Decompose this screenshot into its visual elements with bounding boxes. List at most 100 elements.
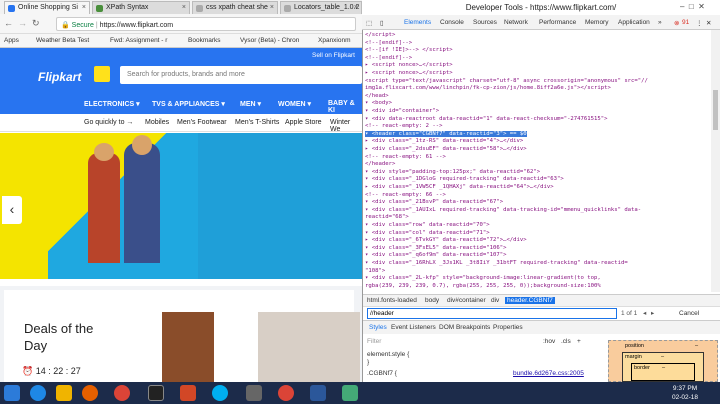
chrome-icon[interactable] <box>278 385 294 401</box>
dom-line[interactable]: ▾ <div data-reactroot data-reactid="1" d… <box>365 116 607 122</box>
dom-line[interactable]: <script type="text/javascript" charset="… <box>365 78 648 84</box>
quick-link-mobiles[interactable]: Mobiles <box>145 119 169 126</box>
close-icon[interactable]: × <box>82 4 86 11</box>
dom-line[interactable]: "108"> <box>365 268 385 274</box>
chrome-icon[interactable] <box>114 385 130 401</box>
firefox-icon[interactable] <box>82 385 98 401</box>
file-explorer-icon[interactable] <box>56 385 72 401</box>
dom-line[interactable]: <!-- react-empty: 66 --> <box>365 192 446 198</box>
deal-product-image[interactable] <box>162 312 214 382</box>
ie-icon[interactable] <box>30 385 46 401</box>
bookmark-weather[interactable]: Weather Beta Test <box>36 37 89 44</box>
app-icon[interactable] <box>342 385 358 401</box>
tab-dom-breakpoints[interactable]: DOM Breakpoints <box>439 324 490 331</box>
bookmark-vysor[interactable]: Vysor (Beta) - Chron <box>240 37 299 44</box>
next-match-icon[interactable]: ▸ <box>651 309 654 317</box>
dom-line[interactable]: ▾ <div class="_16RhLX _3Js1KL _3t8IiY _3… <box>365 260 628 266</box>
dom-line[interactable]: ▸ <div class="_6TvkGY" data-reactid="72"… <box>365 237 527 243</box>
dom-line[interactable]: <!--[endif]--> <box>365 40 412 46</box>
dom-line[interactable]: </head> <box>365 93 389 99</box>
bookmark-fwd[interactable]: Fwd: Assignment - r <box>110 37 167 44</box>
breadcrumb-div[interactable]: div <box>491 297 499 304</box>
sell-link[interactable]: Sell on Flipkart <box>312 52 355 59</box>
breadcrumb-html[interactable]: html.fonts-loaded <box>367 297 417 304</box>
dom-tree-scrollbar[interactable] <box>711 30 720 292</box>
dom-line[interactable]: img1a.flixcart.com/www/linchpin/fk-cp-zi… <box>365 85 611 91</box>
dom-line[interactable]: rgba(239, 239, 239, 0.7), rgba(255, 255,… <box>365 283 601 289</box>
dom-line[interactable]: ▾ <div id="container"> <box>365 108 439 114</box>
dom-line[interactable]: ▾ <div class="row" data-reactid="70"> <box>365 222 490 228</box>
forward-icon[interactable]: → <box>18 18 27 28</box>
tab-event-listeners[interactable]: Event Listeners <box>391 324 436 331</box>
close-icon[interactable]: × <box>270 4 274 11</box>
dom-line[interactable]: ▸ <script nonce>…</script> <box>365 62 453 68</box>
dom-line[interactable]: </script> <box>365 32 395 38</box>
dom-tree[interactable]: </script> <!--[endif]--> <!--[if !IE]>-->… <box>363 30 711 292</box>
close-icon[interactable]: × <box>182 4 186 11</box>
quick-link-mens-footwear[interactable]: Men's Footwear <box>177 119 227 126</box>
xpath-search-input[interactable]: //header <box>367 308 617 319</box>
chevron-left-icon[interactable]: ‹ <box>2 196 22 224</box>
breadcrumb-header[interactable]: header.CGBNf7 <box>505 297 555 304</box>
dom-line[interactable]: <!-- react-empty: 2 --> <box>365 123 442 129</box>
dom-line[interactable]: ▾ <div class="_1DGloG required-tracking"… <box>365 176 564 182</box>
quick-link-mens-tshirts[interactable]: Men's T-Shirts <box>235 119 279 126</box>
close-icon[interactable]: × <box>354 4 358 11</box>
tab-elements[interactable]: Elements <box>404 19 431 26</box>
dom-line[interactable]: reactid="68"> <box>365 214 409 220</box>
error-count[interactable]: 91 <box>682 19 689 26</box>
flipkart-logo[interactable]: Flipkart <box>38 70 81 84</box>
system-clock[interactable]: 9:37 PM 02-02-18 <box>672 384 698 402</box>
nav-women[interactable]: WOMEN ▾ <box>278 100 311 108</box>
dom-line[interactable]: ▾ <div class="_q6of9m" data-reactid="107… <box>365 252 506 258</box>
more-tabs-icon[interactable]: » <box>658 19 662 26</box>
bookmark-apps[interactable]: Apps <box>4 37 19 44</box>
dom-line[interactable]: ▸ <div class="_2dsuEF" data-reactid="58"… <box>365 146 527 152</box>
dom-line[interactable]: <!-- react-empty: 61 --> <box>365 154 446 160</box>
tab-locators[interactable]: Locators_table_1.0.2 × <box>280 1 362 14</box>
deal-product-image[interactable] <box>258 312 360 382</box>
nav-men[interactable]: MEN ▾ <box>240 100 261 108</box>
cancel-button[interactable]: Cancel <box>679 310 699 317</box>
prev-match-icon[interactable]: ◂ <box>643 309 646 317</box>
device-icon[interactable]: ▯ <box>380 19 384 27</box>
skype-icon[interactable] <box>212 385 228 401</box>
address-bar[interactable]: 🔒 Secure | https://www.flipkart.com <box>56 17 356 31</box>
nav-electronics[interactable]: ELECTRONICS ▾ <box>84 100 140 108</box>
dom-line[interactable]: ▸ <script nonce>…</script> <box>365 70 453 76</box>
search-input[interactable]: Search for products, brands and more <box>120 66 362 84</box>
tab-network[interactable]: Network <box>504 19 528 26</box>
close-devtools-icon[interactable]: ✕ <box>706 19 711 27</box>
nav-tvs-appliances[interactable]: TVS & APPLIANCES ▾ <box>152 100 225 108</box>
dom-line[interactable]: ▾ <div class="col" data-reactid="71"> <box>365 230 490 236</box>
bookmark-xpanxion[interactable]: Xpanxionm <box>318 37 351 44</box>
powerpoint-icon[interactable] <box>180 385 196 401</box>
quick-link-apple-store[interactable]: Apple Store <box>285 119 322 126</box>
dom-line[interactable]: ▾ <div class="_1AUIxL required-tracking"… <box>365 207 641 213</box>
window-controls[interactable]: – □ ✕ <box>680 2 705 11</box>
dom-line[interactable]: <!--[endif]--> <box>365 55 412 61</box>
tab-performance[interactable]: Performance <box>539 19 576 26</box>
breadcrumb-body[interactable]: body <box>425 297 439 304</box>
reload-icon[interactable]: ↻ <box>32 18 40 29</box>
tab-memory[interactable]: Memory <box>585 19 608 26</box>
dom-line[interactable]: ▾ <div class="_2L-kfp" style="background… <box>365 275 601 281</box>
dom-line[interactable]: ▾ <div class="_21BsvP" data-reactid="67"… <box>365 199 503 205</box>
hover-state-toggle[interactable]: :hov <box>543 338 555 345</box>
breadcrumb-container[interactable]: div#container <box>447 297 486 304</box>
dom-line[interactable]: </header> <box>365 161 395 167</box>
tab-css-xpath[interactable]: css xpath cheat she × <box>192 1 278 14</box>
app-icon[interactable] <box>148 385 164 401</box>
nav-baby-kids[interactable]: BABY & KI <box>328 100 362 114</box>
more-options-icon[interactable]: ⋮ <box>696 19 703 27</box>
styles-filter-input[interactable]: Filter <box>367 338 381 345</box>
add-rule-icon[interactable]: + <box>577 338 581 345</box>
tab-properties[interactable]: Properties <box>493 324 523 331</box>
tab-sources[interactable]: Sources <box>473 19 497 26</box>
tab-application[interactable]: Application <box>618 19 650 26</box>
app-icon[interactable] <box>246 385 262 401</box>
dom-line[interactable]: ▾ <div class="_3FsEL5" data-reactid="106… <box>365 245 506 251</box>
windows-start-icon[interactable] <box>4 385 20 401</box>
tab-flipkart[interactable]: Online Shopping Si × <box>4 1 90 14</box>
tab-console[interactable]: Console <box>440 19 464 26</box>
